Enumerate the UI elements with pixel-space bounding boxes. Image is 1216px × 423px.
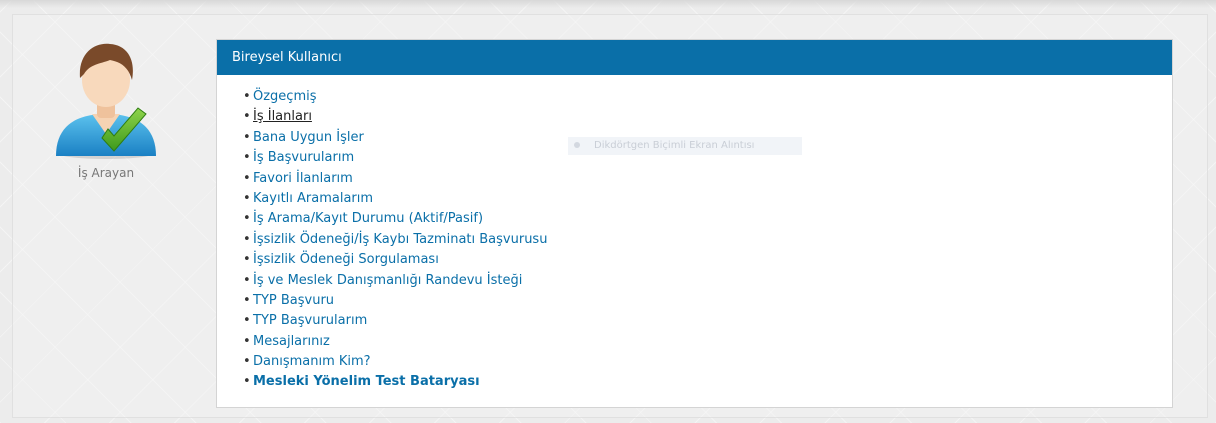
ghost-tooltip-text: Dikdörtgen Biçimli Ekran Alıntısı — [594, 140, 755, 151]
bullet-icon: • — [243, 252, 251, 268]
menu-link[interactable]: İş İlanları — [253, 109, 312, 124]
menu-link[interactable]: TYP Başvuru — [253, 293, 334, 308]
menu-item: • Favori İlanlarım — [243, 169, 1172, 189]
menu-link[interactable]: İş Arama/Kayıt Durumu (Aktif/Pasif) — [253, 211, 483, 226]
menu-item: • Mesajlarınız — [243, 332, 1172, 352]
bullet-icon: • — [243, 354, 251, 370]
menu-item: • İşsizlik Ödeneği Sorgulaması — [243, 250, 1172, 270]
menu-link[interactable]: Mesleki Yönelim Test Bataryası — [253, 374, 480, 389]
menu-item: • Kayıtlı Aramalarım — [243, 189, 1172, 209]
menu-item: • İş Arama/Kayıt Durumu (Aktif/Pasif) — [243, 209, 1172, 229]
job-seeker-avatar-icon — [56, 43, 156, 159]
menu-item: • Özgeçmiş — [243, 87, 1172, 107]
menu-link[interactable]: Mesajlarınız — [253, 334, 330, 349]
menu-item: • İşsizlik Ödeneği/İş Kaybı Tazminatı Baş… — [243, 230, 1172, 250]
user-menu: • Özgeçmiş • İş İlanları • Bana Uygun İşler • İ… — [217, 75, 1172, 393]
individual-user-panel: Bireysel Kullanıcı • Özgeçmiş • İş İlanları… — [216, 39, 1173, 408]
menu-link[interactable]: Danışmanım Kim? — [253, 354, 371, 369]
user-profile: İş Arayan — [36, 34, 176, 180]
menu-link[interactable]: Kayıtlı Aramalarım — [253, 191, 373, 206]
menu-item: • TYP Başvuru — [243, 291, 1172, 311]
bullet-icon: • — [243, 150, 251, 166]
menu-item: • Mesleki Yönelim Test Bataryası — [243, 372, 1172, 392]
dot-icon — [574, 142, 580, 148]
menu-item: • Danışmanım Kim? — [243, 352, 1172, 372]
menu-link[interactable]: Özgeçmiş — [253, 89, 317, 104]
role-label: İş Arayan — [77, 166, 135, 180]
menu-link[interactable]: İş Başvurularım — [253, 150, 354, 165]
bullet-icon: • — [243, 313, 251, 329]
bullet-icon: • — [243, 374, 251, 390]
menu-link[interactable]: Bana Uygun İşler — [253, 130, 364, 145]
menu-link[interactable]: Favori İlanlarım — [253, 171, 353, 186]
menu-link[interactable]: İşsizlik Ödeneği Sorgulaması — [253, 252, 439, 267]
bullet-icon: • — [243, 190, 251, 206]
bullet-icon: • — [243, 292, 251, 308]
ghost-tooltip-overlay: Dikdörtgen Biçimli Ekran Alıntısı — [568, 137, 802, 155]
bullet-icon: • — [243, 211, 251, 227]
menu-link[interactable]: İşsizlik Ödeneği/İş Kaybı Tazminatı Başv… — [253, 232, 547, 247]
panel-title: Bireysel Kullanıcı — [217, 40, 1172, 75]
bullet-icon: • — [243, 170, 251, 186]
bullet-icon: • — [243, 231, 251, 247]
top-shadow — [0, 0, 1216, 8]
menu-link[interactable]: İş ve Meslek Danışmanlığı Randevu İsteği — [253, 273, 522, 288]
bullet-icon: • — [243, 109, 251, 125]
bullet-icon: • — [243, 272, 251, 288]
bullet-icon: • — [243, 89, 251, 104]
bullet-icon: • — [243, 129, 251, 145]
bullet-icon: • — [243, 333, 251, 349]
menu-item: • TYP Başvurularım — [243, 311, 1172, 331]
menu-item: • İş İlanları — [243, 107, 1172, 127]
menu-item: • İş ve Meslek Danışmanlığı Randevu İsteğ… — [243, 271, 1172, 291]
menu-link[interactable]: TYP Başvurularım — [253, 313, 367, 328]
